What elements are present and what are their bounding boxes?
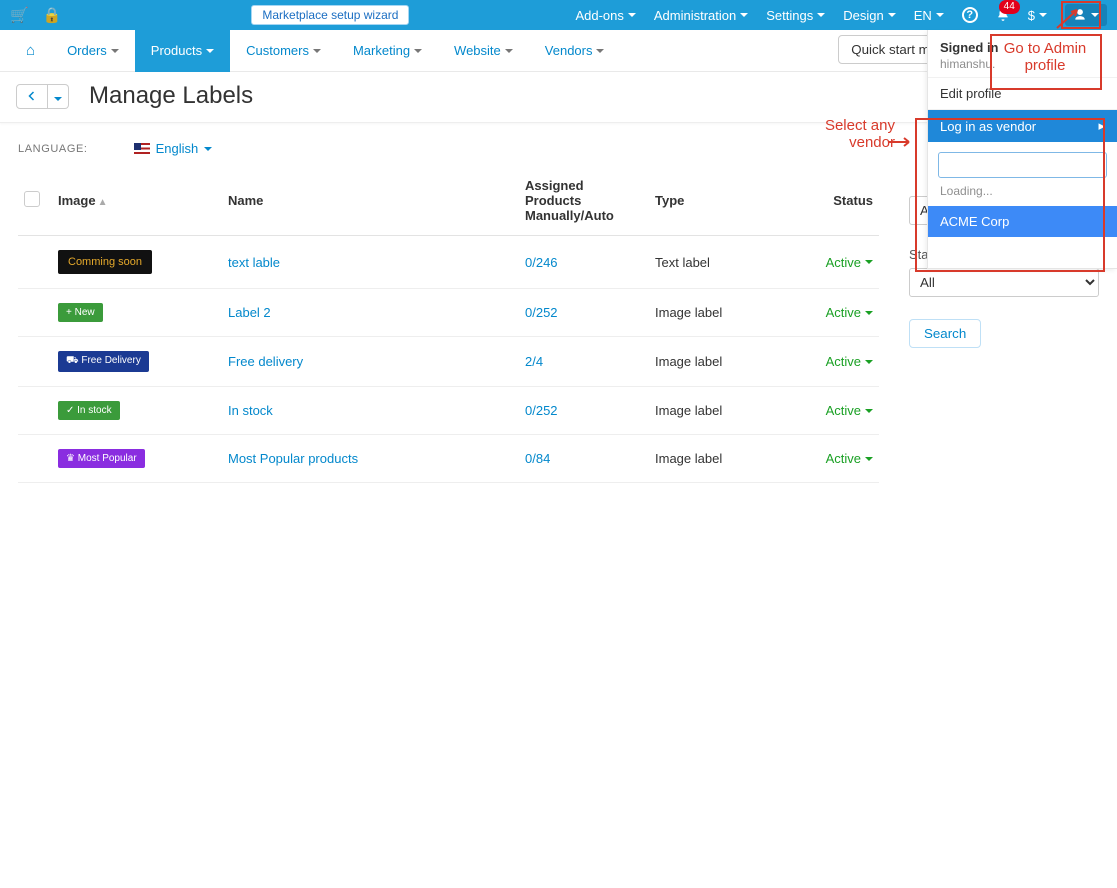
col-type[interactable]: Type	[649, 166, 799, 236]
nav-marketing[interactable]: Marketing	[337, 30, 438, 72]
label-image: + New	[58, 303, 103, 322]
edit-profile-link[interactable]: Edit profile	[928, 77, 1117, 109]
chevron-right-icon: ▸	[1098, 118, 1105, 134]
nav-design[interactable]: Design	[843, 8, 895, 23]
label-assigned-link[interactable]: 2/4	[525, 354, 543, 369]
back-button[interactable]	[16, 84, 48, 109]
user-email: himanshu.	[940, 57, 1105, 71]
label-name-link[interactable]: In stock	[228, 403, 273, 418]
label-image: Comming soon	[58, 250, 152, 274]
sort-asc-icon: ▲	[98, 197, 108, 208]
setup-wizard-button[interactable]: Marketplace setup wizard	[251, 5, 409, 25]
language-picker[interactable]: English	[134, 141, 213, 156]
search-button[interactable]: Search	[909, 319, 981, 348]
label-assigned-link[interactable]: 0/252	[525, 305, 558, 320]
nav-settings[interactable]: Settings	[766, 8, 825, 23]
label-type: Image label	[649, 387, 799, 435]
label-image: ♛ Most Popular	[58, 449, 145, 468]
nav-vendors[interactable]: Vendors	[529, 30, 621, 72]
nav-administration[interactable]: Administration	[654, 8, 748, 23]
help-icon[interactable]: ?	[962, 7, 978, 23]
table-row: ♛ Most Popular Most Popular products 0/84 I…	[18, 435, 879, 483]
label-type: Text label	[649, 236, 799, 289]
caret-icon	[865, 311, 873, 315]
table-row: ✓ In stock In stock 0/252 Image label Active	[18, 387, 879, 435]
label-name-link[interactable]: Most Popular products	[228, 451, 358, 466]
label-image: ⛟ Free Delivery	[58, 351, 149, 372]
nav-language[interactable]: EN	[914, 8, 944, 23]
loading-text: Loading...	[928, 184, 1117, 206]
label-name-link[interactable]: text lable	[228, 255, 280, 270]
nav-profile[interactable]	[1065, 4, 1107, 26]
filter-status-select[interactable]: All	[909, 268, 1099, 297]
top-bar: 🛒 🔒 Marketplace setup wizard Add-ons Adm…	[0, 0, 1117, 30]
label-type: Image label	[649, 337, 799, 387]
table-row: Comming soon text lable 0/246 Text label Act…	[18, 236, 879, 289]
notifications-icon[interactable]: 44	[996, 8, 1010, 22]
caret-icon	[865, 457, 873, 461]
status-dropdown[interactable]: Active	[826, 354, 873, 369]
page-title: Manage Labels	[89, 82, 253, 110]
label-assigned-link[interactable]: 0/252	[525, 403, 558, 418]
label-type: Image label	[649, 435, 799, 483]
status-dropdown[interactable]: Active	[826, 403, 873, 418]
table-row: ⛟ Free Delivery Free delivery 2/4 Image lab…	[18, 337, 879, 387]
flag-us-icon	[134, 143, 150, 154]
caret-icon	[888, 13, 896, 17]
lock-icon[interactable]: 🔒	[43, 6, 62, 24]
caret-icon	[936, 13, 944, 17]
nav-customers[interactable]: Customers	[230, 30, 337, 72]
col-assigned[interactable]: Assigned Products Manually/Auto	[519, 166, 649, 236]
vendor-search-input[interactable]	[938, 152, 1107, 178]
col-image[interactable]: Image▲	[52, 166, 222, 236]
caret-icon	[740, 13, 748, 17]
home-icon: ⌂	[26, 42, 35, 59]
caret-icon	[865, 360, 873, 364]
nav-currency[interactable]: $	[1028, 8, 1047, 23]
label-name-link[interactable]: Label 2	[228, 305, 271, 320]
caret-icon	[865, 409, 873, 413]
nav-addons[interactable]: Add-ons	[575, 8, 635, 23]
status-dropdown[interactable]: Active	[826, 451, 873, 466]
caret-icon	[817, 13, 825, 17]
label-image: ✓ In stock	[58, 401, 120, 420]
label-type: Image label	[649, 289, 799, 337]
caret-icon	[628, 13, 636, 17]
nav-orders[interactable]: Orders	[51, 30, 135, 72]
label-name-link[interactable]: Free delivery	[228, 354, 303, 369]
caret-icon	[865, 260, 873, 264]
language-label: LANGUAGE:	[18, 143, 88, 155]
labels-table: Image▲ Name Assigned Products Manually/A…	[18, 166, 879, 483]
caret-icon	[1091, 13, 1099, 17]
caret-icon	[1039, 13, 1047, 17]
label-assigned-link[interactable]: 0/246	[525, 255, 558, 270]
notification-badge: 44	[999, 0, 1020, 14]
cart-icon[interactable]: 🛒	[10, 6, 29, 24]
signed-in-label: Signed in	[940, 40, 1105, 55]
select-all-checkbox[interactable]	[24, 191, 40, 207]
labels-table-area: Image▲ Name Assigned Products Manually/A…	[18, 166, 879, 483]
nav-website[interactable]: Website	[438, 30, 529, 72]
status-dropdown[interactable]: Active	[826, 305, 873, 320]
table-row: + New Label 2 0/252 Image label Active	[18, 289, 879, 337]
col-status[interactable]: Status	[799, 166, 879, 236]
back-dropdown[interactable]	[48, 84, 69, 109]
nav-products[interactable]: Products	[135, 30, 230, 72]
nav-home[interactable]: ⌂	[10, 30, 51, 72]
vendor-option-acme[interactable]: ACME Corp	[928, 206, 1117, 237]
col-name[interactable]: Name	[222, 166, 519, 236]
login-as-vendor-link[interactable]: Log in as vendor ▸	[928, 109, 1117, 142]
label-assigned-link[interactable]: 0/84	[525, 451, 550, 466]
status-dropdown[interactable]: Active	[826, 255, 873, 270]
vendor-option-cscart[interactable]: CS-Cart	[928, 237, 1117, 268]
profile-dropdown: Signed in himanshu. Edit profile Log in …	[927, 30, 1117, 269]
